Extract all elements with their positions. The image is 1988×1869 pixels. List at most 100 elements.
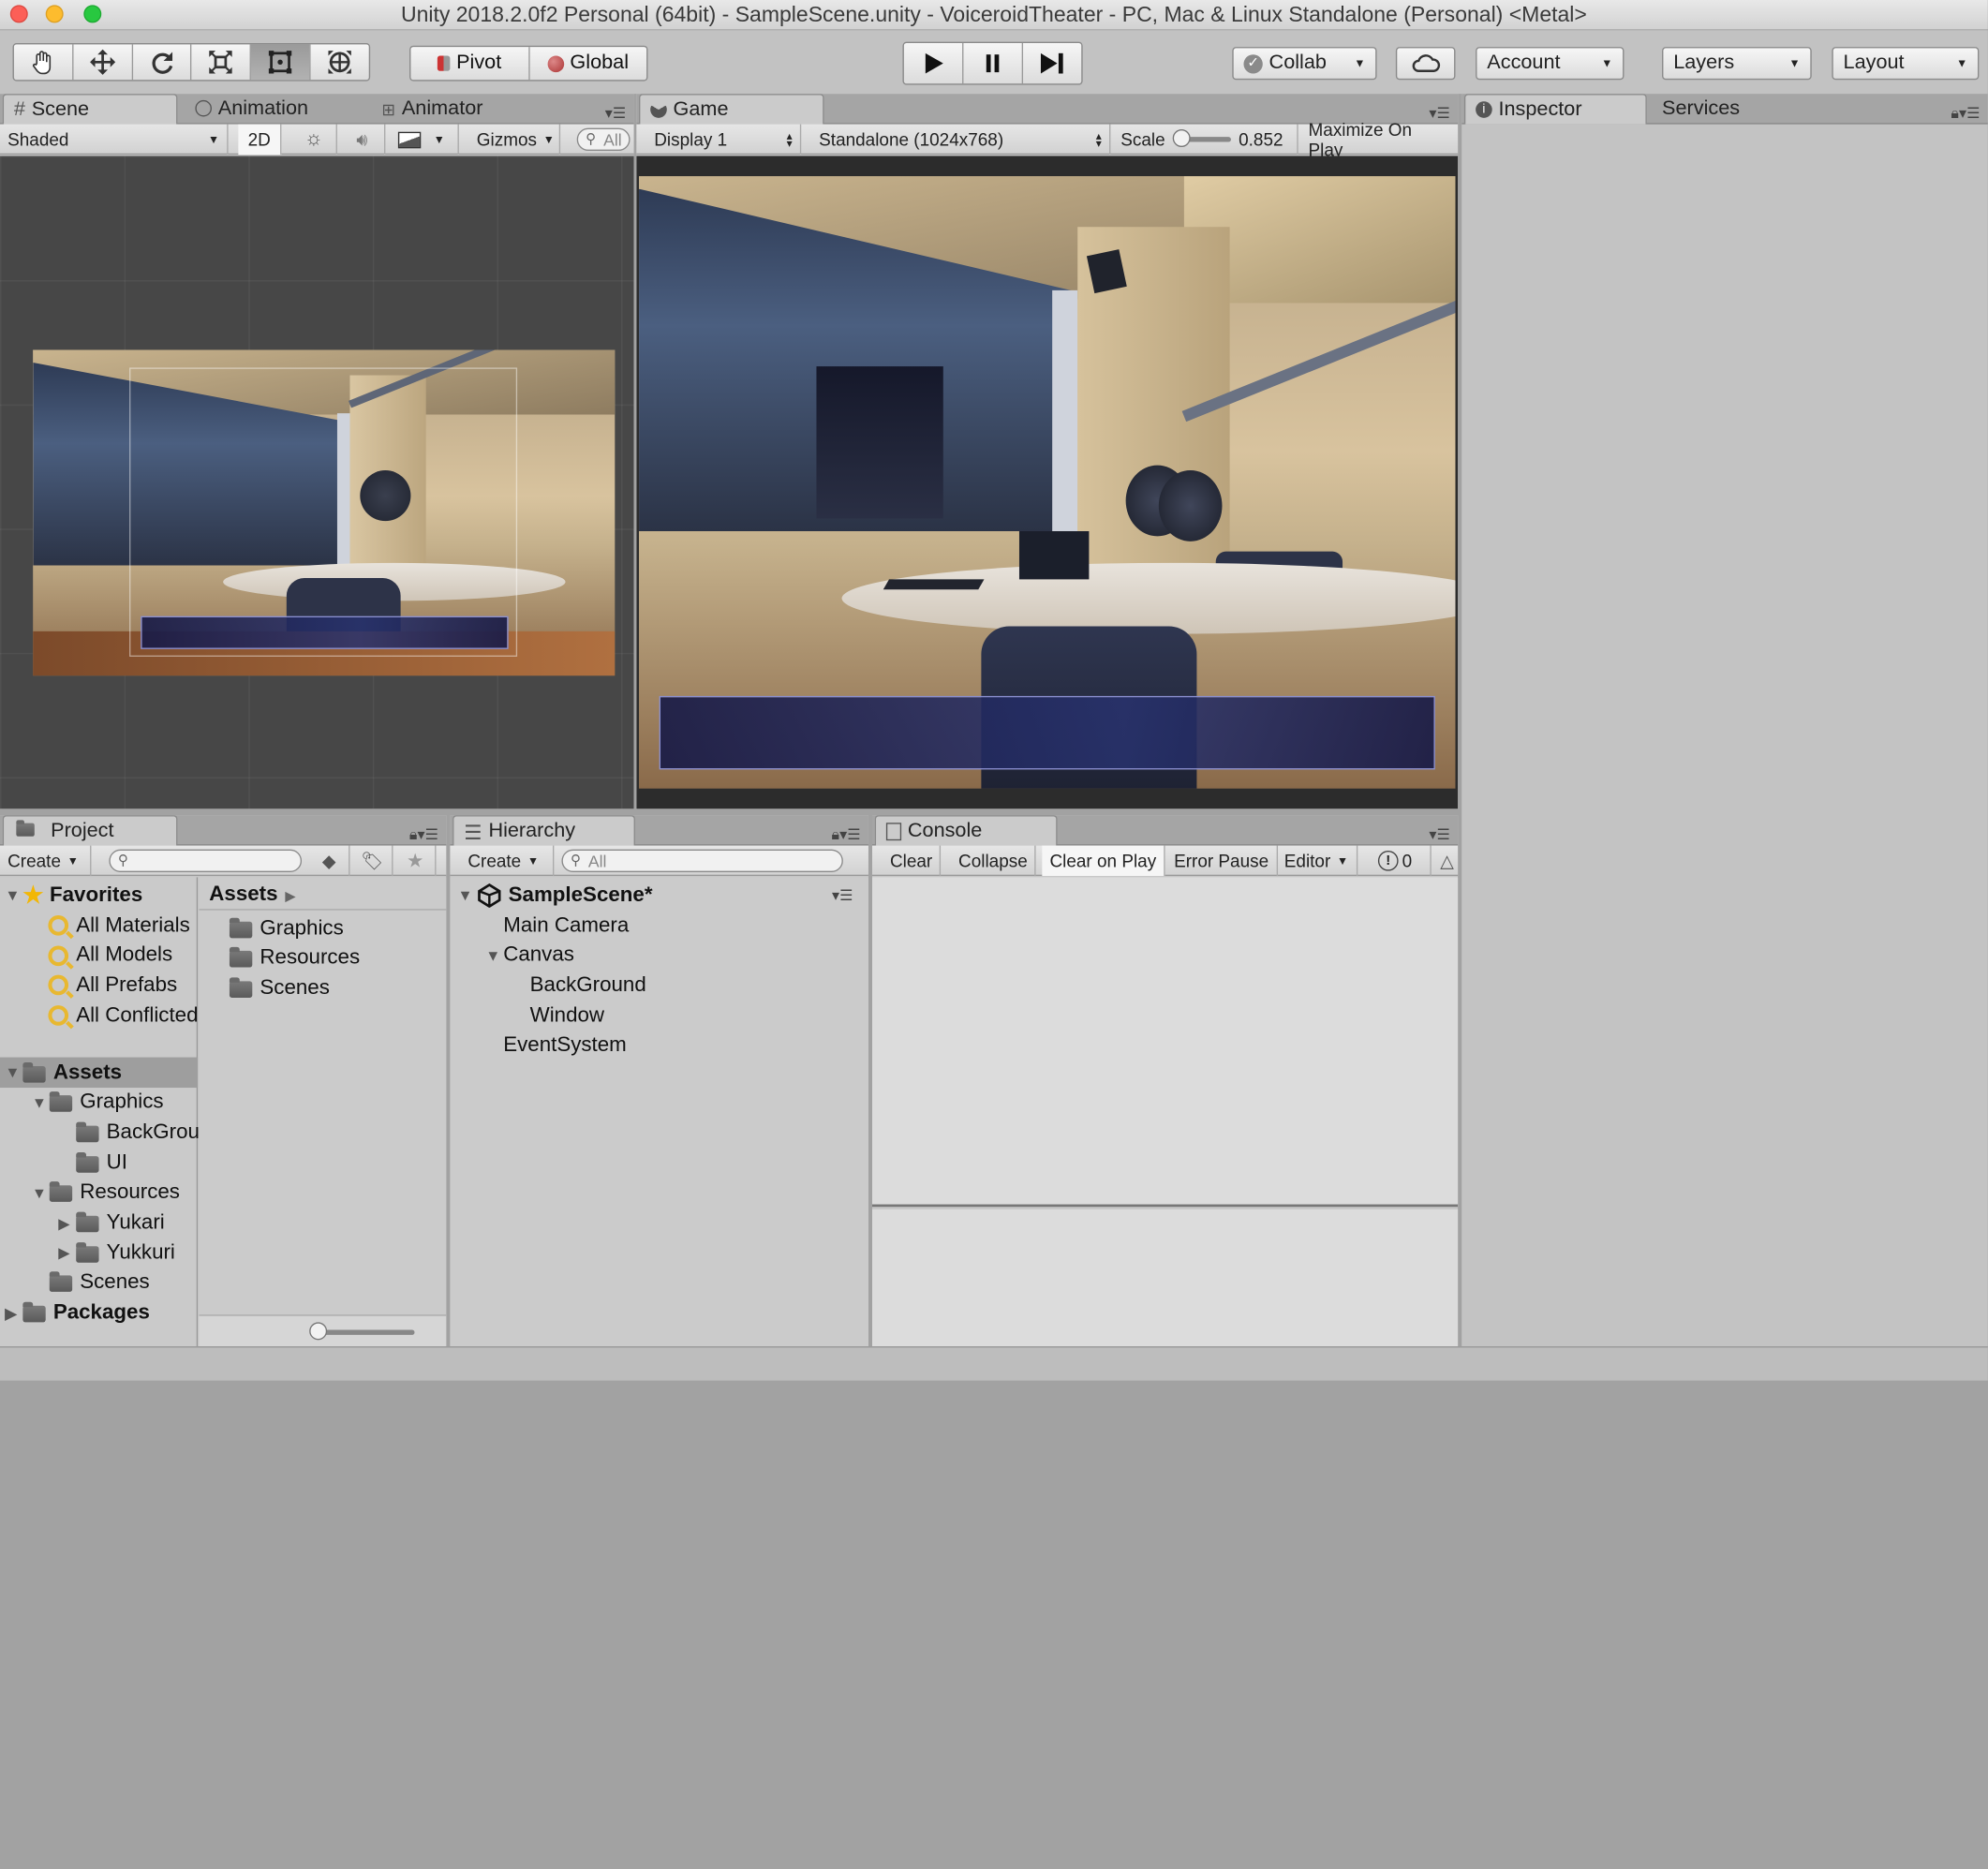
slider-thumb[interactable] (309, 1322, 328, 1341)
hierarchy-item[interactable]: Window (512, 1001, 604, 1031)
tab-animator[interactable]: ⊞ Animator (371, 94, 493, 124)
project-search-input[interactable]: ⚲ (109, 849, 303, 873)
scale-slider[interactable] (1172, 129, 1231, 147)
clear-on-play-toggle[interactable]: Clear on Play (1042, 845, 1165, 877)
lighting-toggle[interactable]: ☼ (291, 124, 337, 156)
error-pause-toggle[interactable]: Error Pause (1166, 845, 1278, 877)
expand-icon[interactable]: ▼ (5, 1063, 22, 1081)
display-dropdown[interactable]: Display 1 ▴ ▾ (646, 124, 802, 156)
favorite-item[interactable]: All Conflicted (48, 1001, 199, 1031)
pivot-button[interactable]: Pivot (410, 47, 529, 81)
lock-icon[interactable]: 🔒︎▾☰ (409, 825, 438, 844)
move-tool-icon[interactable] (73, 44, 133, 81)
console-detail-pane[interactable] (872, 1209, 1459, 1347)
hierarchy-item[interactable]: ▼ Canvas (485, 941, 574, 971)
2d-toggle[interactable]: 2D (238, 124, 282, 156)
asset-tree-item[interactable]: ▼ Graphics (32, 1088, 164, 1118)
asset-tree-item[interactable]: ▶ Yukari (58, 1208, 164, 1238)
transform-tool-icon[interactable] (311, 44, 369, 80)
hierarchy-search-input[interactable]: ⚲ All (561, 849, 843, 873)
gizmos-dropdown[interactable]: Gizmos ▼ (469, 124, 561, 156)
layout-dropdown[interactable]: Layout ▼ (1832, 47, 1980, 81)
audio-toggle[interactable]: 🔊︎ (340, 124, 386, 156)
expand-icon[interactable]: ▶ (58, 1244, 76, 1262)
hierarchy-item[interactable]: EventSystem (485, 1031, 627, 1061)
asset-tree-item[interactable]: BackGround (58, 1118, 223, 1148)
warning-count-toggle[interactable]: △ (1432, 846, 1458, 876)
favorite-item[interactable]: All Prefabs (48, 971, 177, 1001)
tab-animation[interactable]: Animation (185, 94, 319, 124)
create-dropdown[interactable]: Create ▼ (0, 845, 92, 877)
effects-dropdown[interactable]: ▼ (391, 124, 459, 156)
error-icon: ! (1377, 850, 1399, 871)
project-panel: Project 🔒︎▾☰ Create ▼ ⚲ ◆ 🏷︎ ★ ▼ ★ Favorite… (0, 815, 447, 1347)
tab-project[interactable]: Project (2, 815, 178, 846)
editor-dropdown[interactable]: Editor ▼ (1277, 845, 1358, 877)
maximize-on-play-toggle[interactable]: Maximize On Play (1300, 119, 1458, 159)
expand-icon[interactable]: ▶ (58, 1214, 76, 1232)
tab-scene[interactable]: # Scene (2, 94, 178, 125)
icon-size-slider[interactable] (313, 1329, 415, 1335)
scene-menu-icon[interactable]: ▾☰ (832, 886, 853, 904)
collab-dropdown[interactable]: ✓ Collab ▼ (1232, 47, 1377, 81)
filter-label-button[interactable]: 🏷︎ (352, 845, 393, 877)
tab-inspector[interactable]: i Inspector (1463, 94, 1647, 125)
chevron-down-icon: ▼ (67, 854, 79, 868)
hierarchy-item[interactable]: BackGround (512, 971, 646, 1001)
cloud-button[interactable] (1395, 47, 1456, 81)
hand-tool-icon[interactable] (14, 44, 74, 81)
expand-icon[interactable]: ▼ (32, 1184, 50, 1202)
asset-folder[interactable]: Graphics (229, 912, 344, 942)
tab-console[interactable]: Console (874, 815, 1058, 846)
favorite-item[interactable]: All Models (48, 941, 172, 971)
console-log-list[interactable] (872, 877, 1459, 1208)
rotate-tool-icon[interactable] (133, 44, 192, 81)
step-button[interactable] (1023, 43, 1081, 83)
tab-services[interactable]: Services (1652, 94, 1750, 124)
shading-mode-dropdown[interactable]: Shaded ▼ (0, 124, 229, 156)
favorite-item[interactable]: All Materials (48, 911, 190, 941)
clear-button[interactable]: Clear (883, 845, 942, 877)
play-button[interactable] (904, 43, 964, 84)
game-viewport[interactable] (636, 156, 1459, 809)
favorites-header[interactable]: ▼ ★ Favorites (5, 880, 142, 910)
expand-icon[interactable]: ▼ (458, 886, 476, 904)
hierarchy-item[interactable]: Main Camera (485, 911, 629, 941)
layers-dropdown[interactable]: Layers ▼ (1662, 47, 1812, 81)
panel-menu-icon[interactable]: ▾☰ (1429, 825, 1450, 843)
asset-tree-item[interactable]: ▶ Yukkuri (58, 1238, 175, 1268)
expand-icon[interactable]: ▼ (5, 886, 22, 904)
rect-tool-icon[interactable] (251, 44, 311, 81)
panel-menu-icon[interactable]: ▾☰ (605, 104, 627, 122)
expand-icon[interactable]: ▼ (32, 1093, 50, 1111)
asset-tree-item[interactable]: ▶ Packages (5, 1298, 149, 1328)
scene-search-input[interactable]: ⚲ All (576, 127, 631, 152)
scale-tool-icon[interactable] (192, 44, 252, 81)
slider-thumb[interactable] (1172, 129, 1191, 147)
asset-tree-item[interactable]: ▼ Resources (32, 1178, 180, 1208)
collapse-button[interactable]: Collapse (951, 845, 1037, 877)
tab-hierarchy[interactable]: ☰ Hierarchy (452, 815, 635, 846)
lock-icon[interactable]: 🔒︎▾☰ (1951, 104, 1980, 123)
resolution-dropdown[interactable]: Standalone (1024x768) ▴ ▾ (811, 124, 1111, 156)
filter-type-button[interactable]: ◆ (309, 845, 350, 877)
assets-breadcrumb[interactable]: Assets ▶ (199, 877, 447, 911)
error-count-toggle[interactable]: ! 0 (1371, 845, 1432, 877)
scene-root[interactable]: ▼ SampleScene* ▾☰ (458, 880, 864, 910)
asset-tree-item[interactable]: Scenes (32, 1268, 150, 1298)
favorite-button[interactable]: ★ (395, 845, 437, 877)
global-button[interactable]: Global (529, 47, 646, 80)
create-dropdown[interactable]: Create ▼ (460, 845, 555, 877)
asset-tree-item[interactable]: UI (58, 1148, 127, 1178)
asset-folder[interactable]: Resources (229, 942, 360, 972)
global-label: Global (570, 52, 630, 74)
tab-game[interactable]: Game (639, 94, 824, 125)
account-dropdown[interactable]: Account ▼ (1476, 47, 1625, 81)
expand-icon[interactable]: ▶ (5, 1304, 22, 1322)
lock-icon[interactable]: 🔒︎▾☰ (831, 825, 860, 844)
scene-viewport[interactable] (0, 156, 634, 809)
pause-button[interactable] (963, 43, 1024, 84)
asset-tree-item[interactable]: ▼ Assets (0, 1057, 199, 1089)
expand-icon[interactable]: ▼ (485, 946, 503, 964)
asset-folder[interactable]: Scenes (229, 972, 330, 1002)
